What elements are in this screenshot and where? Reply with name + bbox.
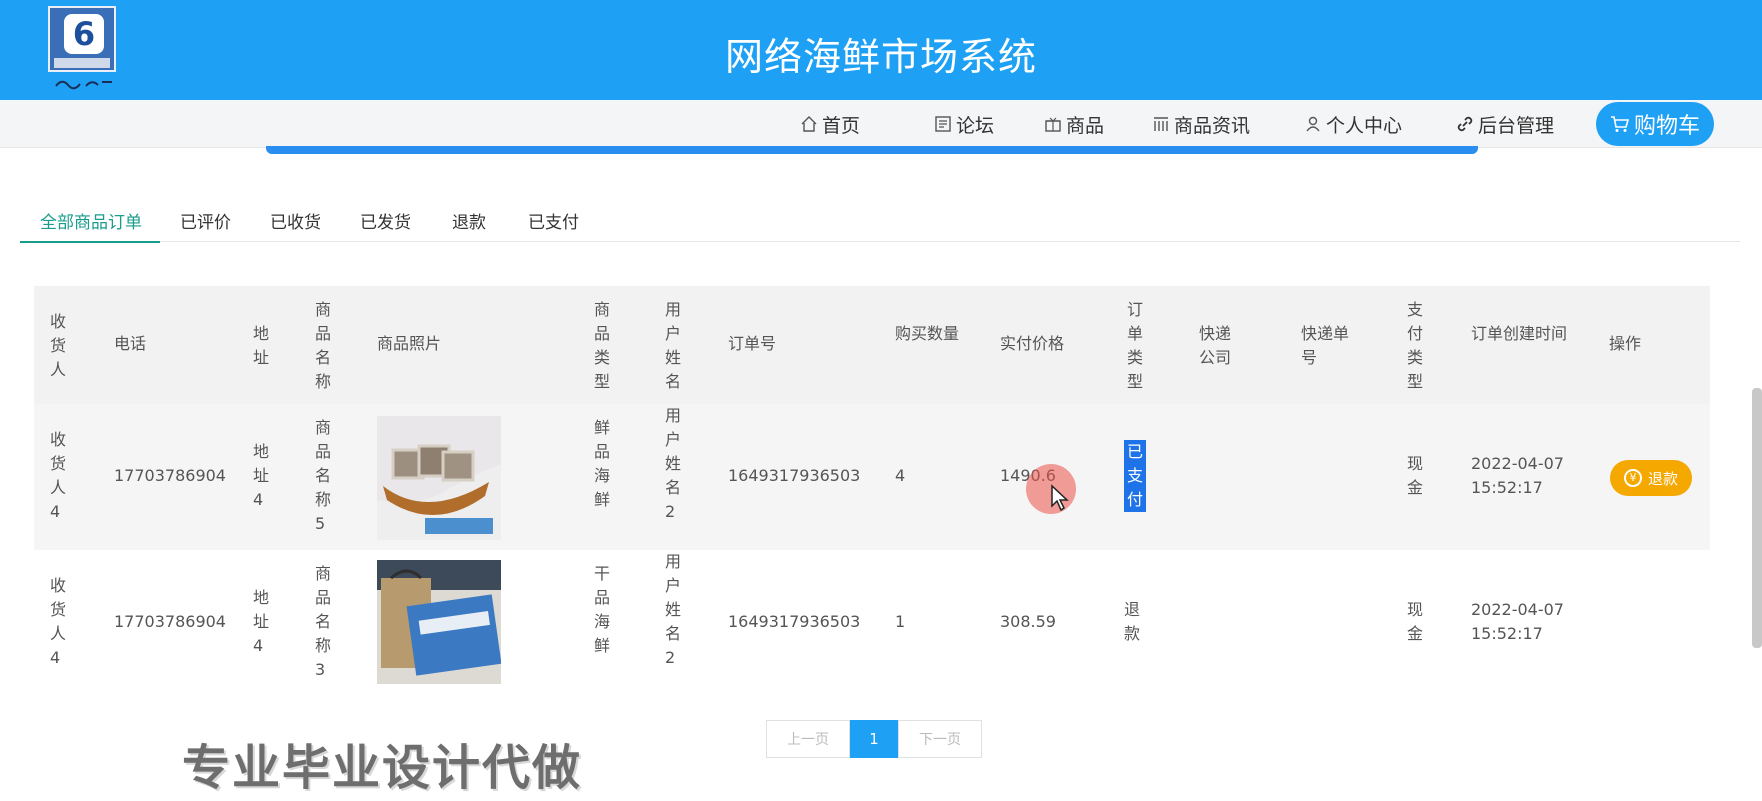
- prev-page-button[interactable]: 上一页: [766, 720, 850, 758]
- main-navbar: 首页 论坛 商品 商品资讯 个人中心 后台管理: [0, 100, 1762, 148]
- header-receiver: 收货人: [50, 312, 67, 379]
- cart-button[interactable]: 购物车: [1596, 102, 1714, 146]
- nav-item-news[interactable]: 商品资讯: [1152, 112, 1251, 137]
- selected-order-type: 已支付: [1124, 440, 1146, 512]
- next-page-button[interactable]: 下一页: [898, 720, 982, 758]
- watermark-text: 专业毕业设计代做: [182, 740, 583, 796]
- site-title: 网络海鲜市场系统: [724, 35, 1037, 79]
- cell-pay-type: 现金: [1407, 600, 1424, 643]
- banner-edge: [266, 146, 1478, 154]
- tab-all-orders[interactable]: 全部商品订单: [20, 208, 160, 243]
- header-phone: 电话: [114, 334, 147, 353]
- cell-product-name: 商品名称3: [315, 564, 332, 679]
- refund-icon: ¥: [1623, 469, 1642, 487]
- header-quantity: 购买数量: [895, 324, 960, 343]
- nav-item-user-center[interactable]: 个人中心: [1304, 112, 1403, 137]
- refund-label: 退款: [1647, 469, 1678, 488]
- goods-icon: [1045, 117, 1061, 132]
- cell-username: 用户姓名2: [665, 552, 682, 667]
- tab-shipped[interactable]: 已发货: [360, 208, 411, 242]
- header-order-no: 订单号: [728, 334, 777, 353]
- header-courier: 快递公司: [1199, 324, 1232, 367]
- cell-username: 用户姓名2: [665, 406, 682, 521]
- table-row[interactable]: 收货人4 17703786904 地址4 商品名称3 干品海鲜 用户姓名2 16…: [34, 550, 1710, 696]
- site-header: 6 网络海鲜市场系统: [0, 0, 1762, 100]
- header-photo: 商品照片: [377, 334, 442, 353]
- tab-received[interactable]: 已收货: [270, 208, 321, 242]
- cell-created-date: 2022-04-07: [1471, 600, 1564, 619]
- home-icon: [801, 116, 817, 132]
- news-icon: [1154, 117, 1168, 131]
- cell-quantity: 1: [895, 612, 906, 631]
- header-order-type: 订单类型: [1127, 300, 1144, 391]
- pagination: 上一页 1 下一页: [766, 720, 982, 758]
- nav-label-admin: 后台管理: [1478, 114, 1555, 137]
- page-1-button[interactable]: 1: [850, 720, 898, 758]
- nav-label-news: 商品资讯: [1174, 114, 1251, 137]
- header-created: 订单创建时间: [1471, 324, 1568, 343]
- product-photo-dried-fish[interactable]: [377, 416, 501, 540]
- cell-order-no: 1649317936503: [728, 612, 861, 631]
- user-icon: [1306, 116, 1320, 132]
- cell-order-no: 1649317936503: [728, 466, 861, 485]
- nav-label-goods: 商品: [1066, 114, 1105, 137]
- refund-button[interactable]: ¥ 退款: [1610, 460, 1692, 496]
- page-scrollbar[interactable]: [1752, 388, 1762, 648]
- header-username: 用户姓名: [665, 300, 682, 391]
- order-tabs: 全部商品订单 已评价 已收货 已发货 退款 已支付: [20, 200, 1740, 243]
- nav-label-forum: 论坛: [956, 114, 995, 137]
- nav-label-home: 首页: [822, 114, 861, 137]
- nav-item-goods[interactable]: 商品: [1044, 112, 1105, 137]
- cell-order-type: 退款: [1124, 600, 1141, 643]
- header-product-name: 商品名称: [315, 300, 332, 391]
- cell-receiver: 收货人4: [50, 576, 67, 667]
- cell-product-type: 干品海鲜: [594, 564, 611, 655]
- product-photo-gift-box[interactable]: [377, 560, 501, 684]
- cell-product-name: 商品名称5: [315, 418, 332, 533]
- table-header: 收货人 电话 地址 商品名称 商品照片 商品类型 用户姓名 订单号 购买数量 实…: [34, 286, 1710, 404]
- cell-receiver: 收货人4: [50, 430, 67, 521]
- cell-created-date: 2022-04-07: [1471, 454, 1564, 473]
- nav-item-forum[interactable]: 论坛: [934, 112, 995, 137]
- cell-pay-type: 现金: [1407, 454, 1424, 497]
- table-row[interactable]: 收货人4 17703786904 地址4 商品名称5 鲜品海鲜 用户姓名2 16…: [34, 404, 1710, 550]
- cart-icon: [1610, 116, 1630, 132]
- tab-paid[interactable]: 已支付: [528, 208, 579, 242]
- cart-label: 购物车: [1633, 114, 1700, 139]
- header-tracking-no: 快递单号: [1301, 324, 1350, 367]
- cell-created-time: 15:52:17: [1471, 478, 1543, 497]
- tab-reviewed[interactable]: 已评价: [180, 208, 231, 242]
- header-product-type: 商品类型: [594, 300, 611, 391]
- cell-address: 地址4: [253, 588, 270, 655]
- nav-label-user-center: 个人中心: [1326, 114, 1403, 137]
- mouse-pointer-icon: [1051, 484, 1069, 512]
- cell-phone: 17703786904: [114, 466, 226, 485]
- header-pay-type: 支付类型: [1407, 300, 1424, 391]
- header-action: 操作: [1609, 334, 1642, 353]
- cell-order-type: 已支付: [1124, 440, 1148, 512]
- cell-price: 308.59: [1000, 612, 1056, 631]
- cell-phone: 17703786904: [114, 612, 226, 631]
- cell-created-time: 15:52:17: [1471, 624, 1543, 643]
- forum-icon: [935, 116, 951, 132]
- link-icon: [1457, 116, 1473, 132]
- nav-item-home[interactable]: 首页: [800, 112, 861, 137]
- header-address: 地址: [253, 324, 270, 367]
- cell-address: 地址4: [253, 442, 270, 509]
- header-price: 实付价格: [1000, 334, 1065, 353]
- cell-quantity: 4: [895, 466, 906, 485]
- nav-item-admin[interactable]: 后台管理: [1456, 112, 1555, 137]
- tab-refund[interactable]: 退款: [452, 208, 486, 242]
- cell-product-type: 鲜品海鲜: [594, 418, 611, 509]
